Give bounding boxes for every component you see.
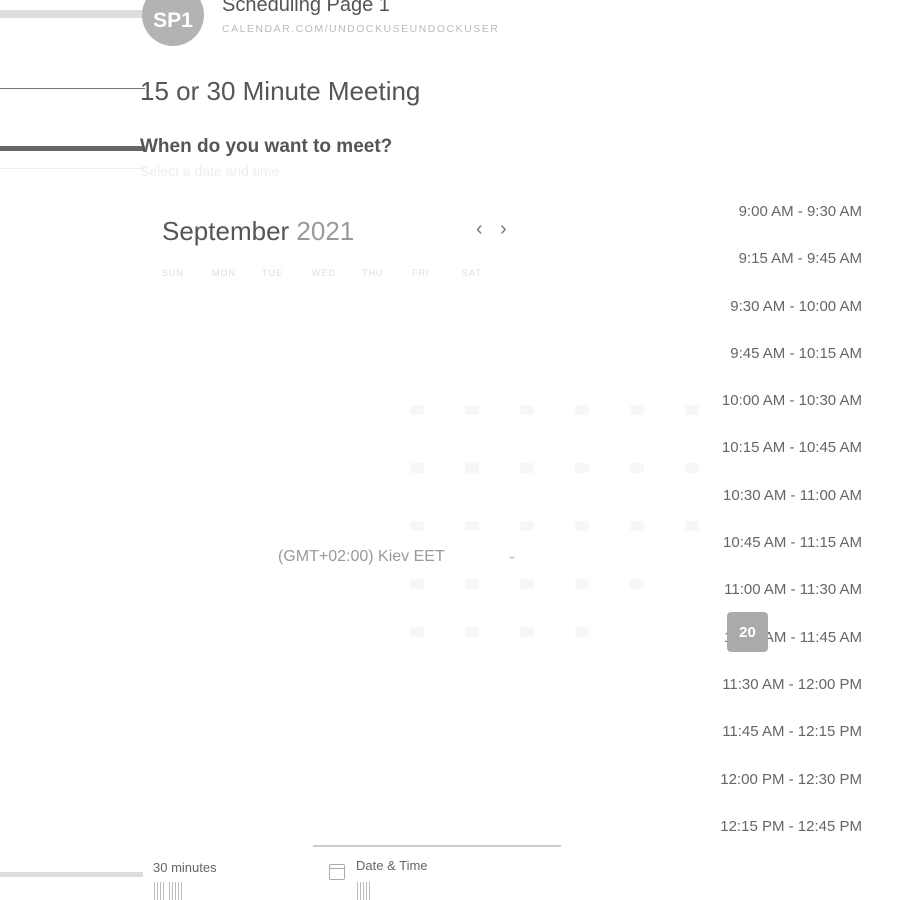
time-slot[interactable]: 11:30 AM - 12:00 PM bbox=[720, 676, 862, 723]
scheduling-page-url[interactable]: CALENDAR.COM/UNDOCKUSEUNDOCKUSER bbox=[222, 23, 499, 35]
duration-label: 30 minutes bbox=[153, 860, 217, 875]
month-label: September bbox=[162, 216, 290, 246]
duration-barcode bbox=[154, 882, 182, 900]
time-slot[interactable]: 9:15 AM - 9:45 AM bbox=[720, 250, 862, 297]
weekday-label: MON bbox=[212, 268, 236, 278]
year-label: 2021 bbox=[296, 216, 355, 246]
question-heading: When do you want to meet? bbox=[140, 136, 393, 157]
event-title: 15 or 30 Minute Meeting bbox=[140, 76, 421, 106]
time-slot[interactable]: 10:00 AM - 10:30 AM bbox=[720, 392, 862, 439]
left-decor-line bbox=[0, 88, 145, 89]
chevron-down-icon[interactable]: ⌄ bbox=[507, 548, 517, 562]
weekday-header: SUN MON TUE WED THU FRI SAT bbox=[162, 268, 512, 278]
calendar-month-title: September 2021 bbox=[162, 216, 354, 247]
scheduling-page-name: Scheduling Page 1 bbox=[222, 0, 390, 16]
chevron-left-icon[interactable]: ‹ bbox=[476, 218, 483, 241]
date-time-barcode bbox=[357, 882, 370, 900]
footer-divider bbox=[313, 845, 561, 847]
weekday-label: SAT bbox=[462, 268, 482, 278]
time-slot[interactable]: 10:15 AM - 10:45 AM bbox=[720, 439, 862, 486]
time-slot[interactable]: 12:00 PM - 12:30 PM bbox=[720, 771, 862, 818]
time-slot[interactable]: 9:00 AM - 9:30 AM bbox=[720, 203, 862, 250]
weekday-label: WED bbox=[312, 268, 336, 278]
time-slot[interactable]: 10:30 AM - 11:00 AM bbox=[720, 487, 862, 534]
time-slot[interactable]: 12:15 PM - 12:45 PM bbox=[720, 818, 862, 865]
weekday-label: TUE bbox=[262, 268, 283, 278]
time-slot[interactable]: 9:30 AM - 10:00 AM bbox=[720, 298, 862, 345]
weekday-label: THU bbox=[362, 268, 384, 278]
select-date-hint: Select a date and time bbox=[140, 163, 280, 179]
weekday-label: SUN bbox=[162, 268, 185, 278]
time-slot[interactable]: 10:45 AM - 11:15 AM bbox=[720, 534, 862, 581]
time-slot-list: 9:00 AM - 9:30 AM 9:15 AM - 9:45 AM 9:30… bbox=[720, 203, 862, 865]
date-time-label: Date & Time bbox=[356, 858, 428, 873]
timezone-select[interactable]: (GMT+02:00) Kiev EET bbox=[278, 548, 445, 566]
left-decor-line bbox=[0, 168, 145, 169]
chevron-right-icon[interactable]: › bbox=[500, 218, 507, 241]
left-decor-line bbox=[0, 146, 145, 151]
time-slot[interactable]: 9:45 AM - 10:15 AM bbox=[720, 345, 862, 392]
weekday-label: FRI bbox=[412, 268, 430, 278]
left-decor-line bbox=[0, 10, 145, 18]
calendar-icon bbox=[329, 864, 345, 880]
avatar: SP1 bbox=[142, 0, 204, 46]
selected-day[interactable]: 20 bbox=[727, 612, 768, 652]
calendar-day-grid bbox=[410, 405, 730, 645]
left-decor-line bbox=[0, 872, 143, 877]
time-slot[interactable]: 11:45 AM - 12:15 PM bbox=[720, 723, 862, 770]
